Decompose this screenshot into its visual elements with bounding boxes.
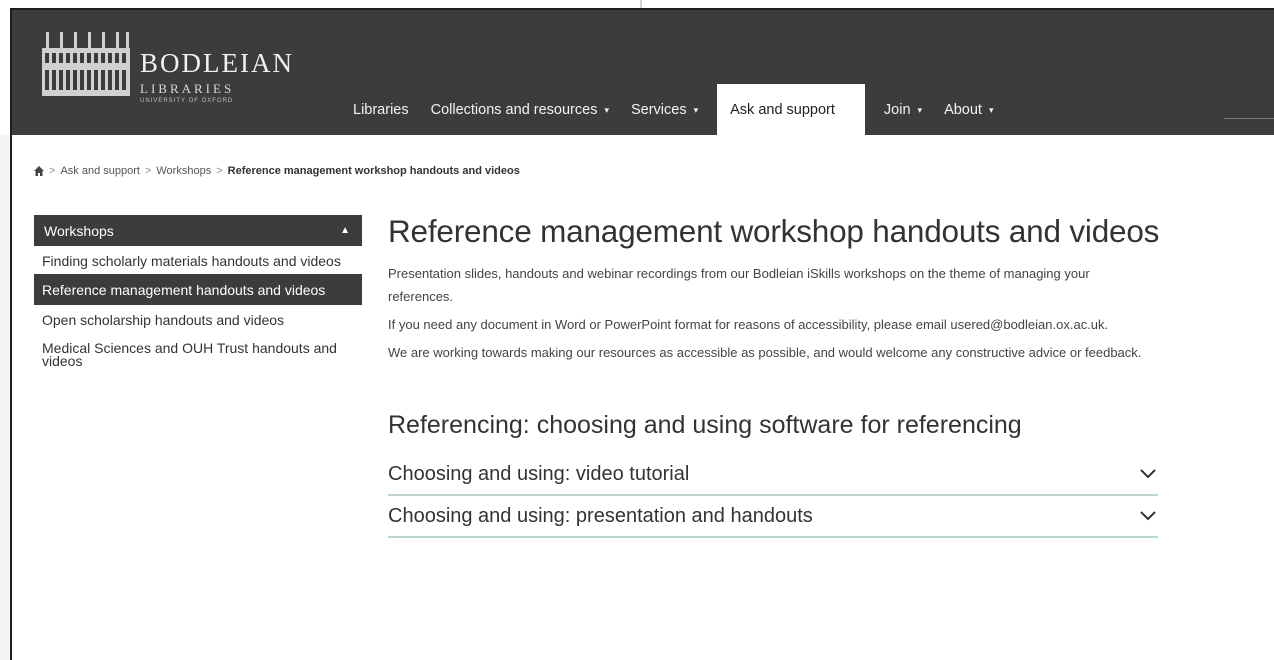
sidebar-item-reference-management[interactable]: Reference management handouts and videos [34,274,362,305]
logo-subtitle: LIBRARIES [140,81,235,96]
logo-university: UNIVERSITY OF OXFORD [140,98,234,104]
breadcrumb-current: Reference management workshop handouts a… [227,165,520,177]
sidebar-heading-label: Workshops [44,222,114,239]
sidebar-heading[interactable]: Workshops ▲ [34,215,362,246]
sidebar-item-finding-scholarly[interactable]: Finding scholarly materials handouts and… [34,246,362,274]
nav-label: Join [883,102,911,118]
accordion: Choosing and using: video tutorial Choos… [388,454,1158,538]
bodleian-logo[interactable]: BODLEIAN LIBRARIES UNIVERSITY OF OXFORD [42,26,332,104]
nav-label: Collections and resources [430,102,598,118]
chevron-down-icon [1140,469,1156,479]
nav-join[interactable]: Join ▾ [873,84,933,136]
caret-down-icon: ▾ [693,104,699,115]
section-title: Referencing: choosing and using software… [388,411,1022,439]
sidebar-item-label: Reference management handouts and videos [42,282,326,298]
accordion-presentation-handouts[interactable]: Choosing and using: presentation and han… [388,496,1158,538]
main-content: Reference management workshop handouts a… [388,213,1268,538]
nav-about[interactable]: About ▾ [933,84,1004,136]
home-icon[interactable] [34,166,44,176]
chevron-down-icon [1140,511,1156,521]
feedback-paragraph: We are working towards making our resour… [388,345,1142,360]
nav-label: About [944,102,982,118]
breadcrumb-separator: > [144,165,152,177]
accordion-video-tutorial[interactable]: Choosing and using: video tutorial [388,454,1158,496]
sidebar-item-label: Finding scholarly materials handouts and… [42,253,341,269]
nav-label: Libraries [353,102,409,118]
intro-paragraph: Presentation slides, handouts and webina… [388,266,1090,304]
accordion-label: Choosing and using: presentation and han… [388,504,813,527]
sidebar-item-medical-sciences[interactable]: Medical Sciences and OUH Trust handouts … [34,333,362,374]
breadcrumb: > Ask and support > Workshops > Referenc… [34,165,520,177]
page-title: Reference management workshop handouts a… [388,213,1160,249]
nav-collections[interactable]: Collections and resources ▾ [420,84,620,136]
logo-title: BODLEIAN [140,48,294,78]
nav-ask-and-support[interactable]: Ask and support [717,84,865,136]
main-nav: Libraries Collections and resources ▾ Se… [342,84,1005,136]
left-edge [0,135,10,660]
library-building-icon [42,32,130,96]
sidebar-item-open-scholarship[interactable]: Open scholarship handouts and videos [34,305,362,333]
chevron-up-icon: ▲ [340,225,350,236]
sidebar-item-label: Medical Sciences and OUH Trust handouts … [42,340,337,369]
breadcrumb-workshops[interactable]: Workshops [156,165,211,177]
accordion-label: Choosing and using: video tutorial [388,462,690,485]
nav-label: Services [630,102,687,118]
caret-down-icon: ▾ [917,104,923,115]
sidebar: Workshops ▲ Finding scholarly materials … [34,215,362,374]
breadcrumb-ask-and-support[interactable]: Ask and support [60,165,140,177]
nav-label: Ask and support [730,102,835,118]
nav-libraries[interactable]: Libraries [342,84,420,136]
breadcrumb-separator: > [49,165,56,177]
sidebar-item-label: Open scholarship handouts and videos [42,312,285,328]
caret-down-icon: ▾ [988,104,994,115]
caret-down-icon: ▾ [604,104,609,115]
accessibility-paragraph: If you need any document in Word or Powe… [388,317,1109,332]
search-underline[interactable] [1224,118,1274,119]
site-header: BODLEIAN LIBRARIES UNIVERSITY OF OXFORD … [12,10,1274,136]
nav-services[interactable]: Services ▾ [620,84,709,136]
breadcrumb-separator: > [216,165,223,177]
